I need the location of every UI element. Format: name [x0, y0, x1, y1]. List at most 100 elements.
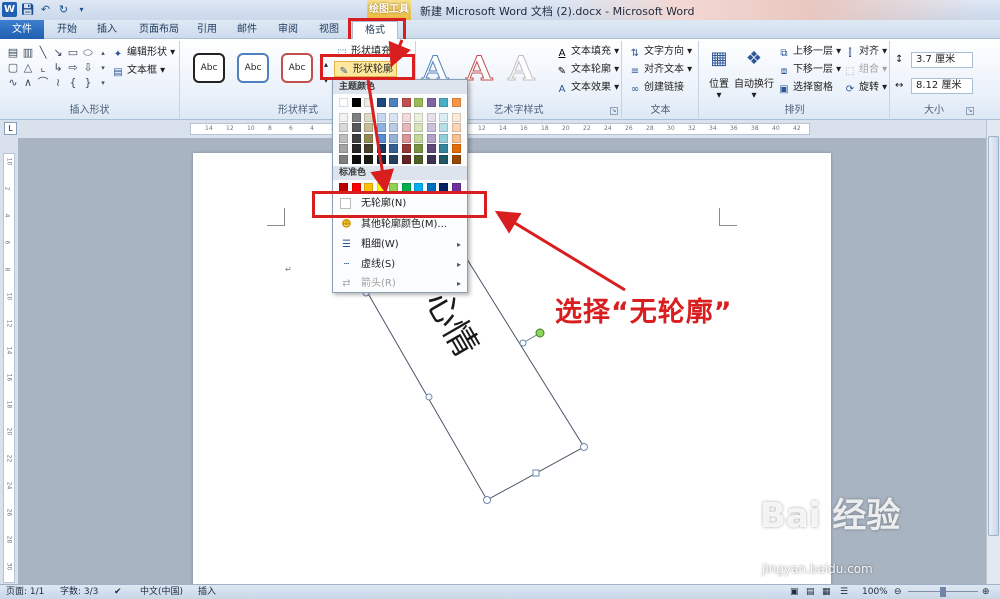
theme-color-swatch[interactable]: [426, 154, 436, 164]
annotation-callout: 选择“无轮廓”: [555, 297, 733, 328]
theme-color-swatch[interactable]: [389, 154, 398, 164]
status-language[interactable]: 中文(中国): [140, 585, 183, 599]
resize-handle-bottom[interactable]: [532, 469, 540, 477]
menu-item-more-colors[interactable]: ☻ 其他轮廓颜色(M)...: [333, 215, 467, 235]
theme-color-swatch[interactable]: [426, 144, 436, 153]
theme-color-swatch[interactable]: [339, 98, 348, 107]
theme-color-swatch[interactable]: [351, 112, 361, 122]
theme-color-swatch[interactable]: [389, 123, 398, 132]
standard-color-swatch[interactable]: [351, 183, 361, 192]
theme-color-swatch[interactable]: [439, 133, 448, 143]
resize-handle-top[interactable]: [519, 339, 527, 347]
theme-color-swatch[interactable]: [351, 144, 361, 153]
theme-color-swatch[interactable]: [401, 144, 411, 153]
theme-color-swatch[interactable]: [439, 144, 448, 153]
theme-color-swatch[interactable]: [451, 144, 461, 153]
shape-outline-dropdown: 主题颜色 标准色 无轮廓(N) ☻ 其他轮廓颜色(M)... ☰ 粗细(W) ▸…: [332, 79, 468, 293]
resize-handle-bottom-right[interactable]: [580, 443, 588, 451]
zoom-slider-thumb[interactable]: [940, 587, 946, 597]
resize-handle-left[interactable]: [425, 393, 433, 401]
theme-color-swatch[interactable]: [451, 133, 461, 143]
rotation-handle[interactable]: [535, 328, 545, 338]
theme-color-swatch[interactable]: [451, 154, 461, 164]
menu-item-no-outline[interactable]: 无轮廓(N): [333, 194, 467, 214]
theme-color-swatch[interactable]: [351, 133, 361, 143]
theme-color-swatch[interactable]: [439, 112, 448, 122]
color-wheel-icon: ☻: [341, 219, 352, 230]
status-word-count[interactable]: 字数: 3/3: [60, 585, 98, 599]
theme-color-swatch[interactable]: [401, 154, 411, 164]
theme-color-swatch[interactable]: [451, 98, 461, 107]
theme-color-swatch[interactable]: [351, 98, 361, 107]
theme-color-swatch[interactable]: [339, 133, 348, 143]
theme-color-swatch[interactable]: [414, 123, 423, 132]
baidu-watermark-logo: Bai 经验: [760, 496, 901, 536]
theme-color-swatch[interactable]: [439, 154, 448, 164]
view-print-layout-icon[interactable]: ▣: [790, 585, 799, 599]
theme-color-swatch[interactable]: [376, 133, 386, 143]
theme-color-swatch[interactable]: [376, 98, 386, 107]
theme-color-swatch[interactable]: [401, 133, 411, 143]
view-outline-icon[interactable]: ☰: [840, 585, 848, 599]
menu-item-dashes[interactable]: ┄ 虚线(S) ▸: [333, 255, 467, 275]
theme-color-swatch[interactable]: [401, 123, 411, 132]
view-web-layout-icon[interactable]: ▦: [822, 585, 831, 599]
theme-color-swatch[interactable]: [364, 112, 373, 122]
theme-color-swatch[interactable]: [389, 133, 398, 143]
theme-color-swatch[interactable]: [364, 123, 373, 132]
theme-color-swatch[interactable]: [426, 123, 436, 132]
standard-color-swatch[interactable]: [401, 183, 411, 192]
proofing-icon[interactable]: ✔: [114, 585, 122, 599]
theme-color-swatch[interactable]: [339, 123, 348, 132]
standard-color-swatch[interactable]: [389, 183, 398, 192]
zoom-out-icon[interactable]: ⊖: [894, 585, 902, 599]
theme-color-swatch[interactable]: [426, 112, 436, 122]
standard-color-swatch[interactable]: [451, 183, 461, 192]
status-insert-mode[interactable]: 插入: [198, 585, 216, 599]
theme-color-swatch[interactable]: [451, 112, 461, 122]
status-zoom-level[interactable]: 100%: [862, 585, 888, 599]
theme-color-swatch[interactable]: [339, 154, 348, 164]
standard-color-swatch[interactable]: [426, 183, 436, 192]
theme-color-swatch[interactable]: [426, 133, 436, 143]
theme-color-swatch[interactable]: [439, 123, 448, 132]
theme-color-swatch[interactable]: [339, 144, 348, 153]
theme-color-swatch[interactable]: [351, 123, 361, 132]
view-full-screen-icon[interactable]: ▤: [806, 585, 815, 599]
theme-color-swatch[interactable]: [389, 98, 398, 107]
standard-color-swatch[interactable]: [339, 183, 348, 192]
theme-color-swatch[interactable]: [414, 112, 423, 122]
theme-color-swatch[interactable]: [376, 154, 386, 164]
theme-color-swatch[interactable]: [414, 144, 423, 153]
theme-color-swatch[interactable]: [351, 154, 361, 164]
standard-colors-header: 标准色: [333, 166, 467, 180]
theme-color-swatch[interactable]: [389, 112, 398, 122]
theme-color-swatch[interactable]: [364, 133, 373, 143]
menu-item-weight[interactable]: ☰ 粗细(W) ▸: [333, 235, 467, 255]
theme-color-swatch[interactable]: [401, 98, 411, 107]
theme-color-swatch[interactable]: [364, 154, 373, 164]
theme-color-swatch[interactable]: [376, 144, 386, 153]
standard-color-swatch[interactable]: [414, 183, 423, 192]
menu-item-arrows[interactable]: ⇄ 箭头(R) ▸: [333, 274, 467, 294]
theme-color-swatch[interactable]: [414, 98, 423, 107]
theme-color-swatch[interactable]: [426, 98, 436, 107]
standard-color-swatch[interactable]: [364, 183, 373, 192]
zoom-in-icon[interactable]: ⊕: [982, 585, 990, 599]
theme-color-swatch[interactable]: [364, 98, 373, 107]
status-page[interactable]: 页面: 1/1: [6, 585, 44, 599]
theme-color-swatch[interactable]: [451, 123, 461, 132]
theme-color-swatch[interactable]: [439, 98, 448, 107]
line-weight-icon: ☰: [342, 239, 351, 250]
theme-color-swatch[interactable]: [339, 112, 348, 122]
theme-color-swatch[interactable]: [401, 112, 411, 122]
theme-color-swatch[interactable]: [376, 112, 386, 122]
theme-color-swatch[interactable]: [414, 133, 423, 143]
standard-color-swatch[interactable]: [376, 183, 386, 192]
resize-handle-bottom-left[interactable]: [483, 496, 491, 504]
theme-color-swatch[interactable]: [376, 123, 386, 132]
standard-color-swatch[interactable]: [439, 183, 448, 192]
theme-color-swatch[interactable]: [414, 154, 423, 164]
theme-color-swatch[interactable]: [389, 144, 398, 153]
theme-color-swatch[interactable]: [364, 144, 373, 153]
